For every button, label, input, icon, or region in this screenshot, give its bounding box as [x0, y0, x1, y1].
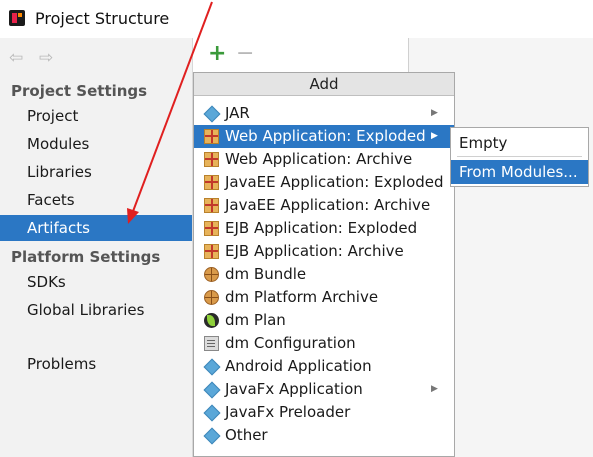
- menu-item-dm-bundle[interactable]: dm Bundle: [194, 263, 454, 286]
- dm-platform-globe-icon: [204, 290, 219, 305]
- submenu-separator: [457, 156, 582, 157]
- web-archive-icon: [204, 152, 219, 167]
- ejb-exploded-icon: [204, 221, 219, 236]
- menu-item-label: dm Bundle: [225, 265, 307, 283]
- remove-artifact-button[interactable]: −: [236, 41, 254, 66]
- menu-item-javaee-application-archive[interactable]: JavaEE Application: Archive: [194, 194, 454, 217]
- menu-item-javafx-application[interactable]: JavaFx Application ▶: [194, 378, 454, 401]
- menu-item-label: JavaFx Application: [225, 380, 363, 398]
- sidebar-item-problems[interactable]: Problems: [0, 351, 192, 377]
- platform-settings-header: Platform Settings: [11, 248, 161, 266]
- title-bar: Project Structure: [0, 0, 593, 38]
- add-artifact-menu: Add JAR ▶ Web Application: Exploded ▶ We…: [193, 72, 455, 457]
- menu-item-android-application[interactable]: Android Application: [194, 355, 454, 378]
- menu-item-ejb-application-exploded[interactable]: EJB Application: Exploded: [194, 217, 454, 240]
- sidebar: ⇦ ⇨ Project Settings Project Modules Lib…: [0, 38, 193, 457]
- menu-item-label: Web Application: Exploded: [225, 127, 426, 145]
- dm-plan-leaf-icon: [204, 313, 219, 328]
- menu-item-label: Web Application: Archive: [225, 150, 413, 168]
- menu-item-javaee-application-exploded[interactable]: JavaEE Application: Exploded: [194, 171, 454, 194]
- menu-item-label: Other: [225, 426, 268, 444]
- back-arrow-icon[interactable]: ⇦: [9, 48, 23, 68]
- menu-item-web-application-archive[interactable]: Web Application: Archive: [194, 148, 454, 171]
- web-exploded-icon: [204, 129, 219, 144]
- menu-item-dm-plan[interactable]: dm Plan: [194, 309, 454, 332]
- add-menu-header: Add: [194, 73, 454, 96]
- menu-item-dm-platform-archive[interactable]: dm Platform Archive: [194, 286, 454, 309]
- sidebar-item-project[interactable]: Project: [0, 103, 192, 129]
- menu-item-jar[interactable]: JAR ▶: [194, 102, 454, 125]
- web-exploded-submenu: Empty From Modules...: [450, 127, 589, 187]
- project-settings-header: Project Settings: [11, 82, 148, 100]
- submenu-item-empty[interactable]: Empty: [451, 131, 588, 155]
- sidebar-item-global-libraries[interactable]: Global Libraries: [0, 297, 192, 323]
- submenu-arrow-icon: ▶: [431, 131, 438, 141]
- menu-item-label: dm Plan: [225, 311, 286, 329]
- ejb-archive-icon: [204, 244, 219, 259]
- menu-item-label: dm Configuration: [225, 334, 356, 352]
- android-diamond-icon: [204, 359, 219, 374]
- menu-item-label: JavaFx Preloader: [225, 403, 351, 421]
- add-artifact-button[interactable]: +: [208, 41, 226, 66]
- javaee-exploded-icon: [204, 175, 219, 190]
- sidebar-item-libraries[interactable]: Libraries: [0, 159, 192, 185]
- menu-item-label: dm Platform Archive: [225, 288, 379, 306]
- menu-item-label: Android Application: [225, 357, 372, 375]
- javafx-diamond-icon: [204, 382, 219, 397]
- menu-item-label: JavaEE Application: Exploded: [225, 173, 444, 191]
- other-diamond-icon: [204, 428, 219, 443]
- submenu-arrow-icon: ▶: [431, 384, 438, 394]
- menu-item-other[interactable]: Other: [194, 424, 454, 447]
- menu-item-dm-configuration[interactable]: dm Configuration: [194, 332, 454, 355]
- window-title: Project Structure: [35, 9, 170, 28]
- forward-arrow-icon[interactable]: ⇨: [39, 48, 53, 68]
- sidebar-item-sdks[interactable]: SDKs: [0, 269, 192, 295]
- jar-diamond-icon: [204, 106, 219, 121]
- javafx-preloader-diamond-icon: [204, 405, 219, 420]
- submenu-arrow-icon: ▶: [431, 108, 438, 118]
- dm-configuration-doc-icon: [204, 336, 219, 351]
- submenu-item-from-modules[interactable]: From Modules...: [451, 160, 588, 184]
- dm-bundle-globe-icon: [204, 267, 219, 282]
- menu-item-ejb-application-archive[interactable]: EJB Application: Archive: [194, 240, 454, 263]
- sidebar-item-facets[interactable]: Facets: [0, 187, 192, 213]
- menu-item-label: JAR: [225, 104, 250, 122]
- menu-item-javafx-preloader[interactable]: JavaFx Preloader: [194, 401, 454, 424]
- menu-item-web-application-exploded[interactable]: Web Application: Exploded ▶: [194, 125, 454, 148]
- intellij-app-icon: [9, 10, 25, 26]
- menu-item-label: JavaEE Application: Archive: [225, 196, 431, 214]
- menu-item-label: EJB Application: Archive: [225, 242, 404, 260]
- sidebar-item-modules[interactable]: Modules: [0, 131, 192, 157]
- javaee-archive-icon: [204, 198, 219, 213]
- sidebar-item-artifacts[interactable]: Artifacts: [0, 215, 192, 241]
- menu-item-label: EJB Application: Exploded: [225, 219, 418, 237]
